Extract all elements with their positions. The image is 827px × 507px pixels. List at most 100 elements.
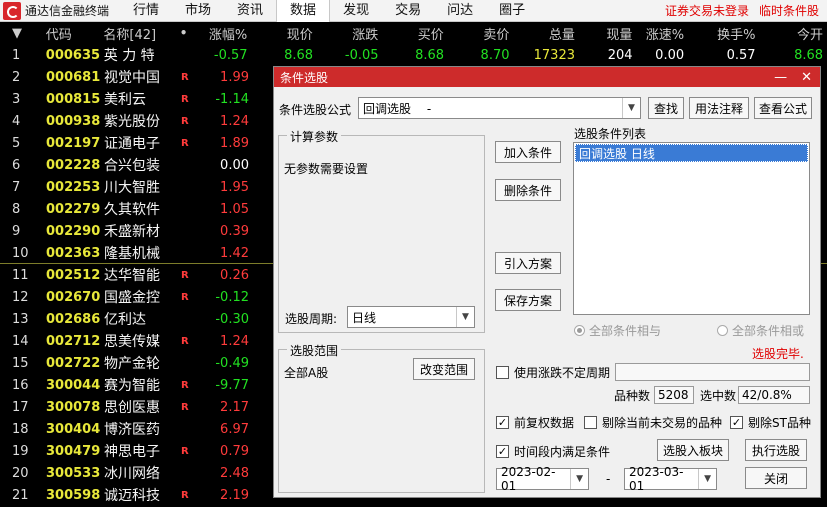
row-index: 20 (12, 465, 29, 481)
menu-circle[interactable]: 圈子 (486, 0, 538, 22)
date-from-picker[interactable]: 2023-02-01 ▼ (496, 465, 589, 493)
app-logo-icon (3, 1, 21, 20)
close-icon[interactable]: ✕ (801, 70, 812, 85)
stock-code: 002228 (46, 157, 101, 173)
sort-icon[interactable]: ▼ (0, 26, 38, 41)
row-index: 3 (12, 91, 21, 107)
condition-list[interactable]: 回调选股 日线 (573, 142, 810, 315)
header-bid[interactable]: 买价 (382, 24, 448, 43)
table-row[interactable]: 1 000635 英 力 特 -0.57 8.68 -0.05 8.68 8.70 17323 2… (0, 44, 827, 66)
dialog-title-bar: 条件选股 — ✕ (274, 67, 820, 87)
chg-pct: 1.24 (220, 113, 249, 129)
minimize-icon[interactable]: — (774, 70, 787, 85)
header-code[interactable]: 代码 (38, 24, 96, 43)
stock-name: 思创医惠 (104, 400, 160, 416)
list-item[interactable]: 回调选股 日线 (575, 144, 808, 162)
header-name[interactable]: 名称[42] (95, 24, 179, 43)
find-button[interactable]: 查找 (648, 97, 684, 119)
stock-code: 000681 (46, 69, 101, 85)
exclude-st-checkbox[interactable]: ✓ 剔除ST品种 (730, 414, 811, 431)
menu-news[interactable]: 资讯 (224, 0, 276, 22)
radio-all-or-label: 全部条件相或 (732, 324, 805, 338)
header-cur-vol[interactable]: 现量 (579, 24, 637, 43)
row-index: 4 (12, 113, 21, 129)
chevron-down-icon[interactable]: ▼ (456, 307, 474, 327)
formula-select[interactable]: 回调选股 - ▼ (358, 97, 641, 119)
stock-name: 赛为智能 (104, 378, 160, 394)
radio-all-or[interactable]: 全部条件相或 (717, 322, 804, 339)
scope-group: 选股范围 全部A股 改变范围 (278, 342, 485, 493)
header-volume[interactable]: 总量 (513, 24, 579, 43)
scope-group-label: 选股范围 (287, 342, 342, 359)
count-value: 5208 (654, 386, 694, 404)
chg-pct: 1.99 (220, 69, 249, 85)
volume: 17323 (533, 47, 575, 63)
stock-name: 紫光股份 (104, 114, 160, 130)
change-scope-button[interactable]: 改变范围 (413, 358, 475, 380)
use-period-checkbox[interactable]: 使用涨跌不定周期 (496, 364, 610, 381)
count-label: 品种数 (614, 389, 651, 403)
temp-condition-link[interactable]: 临时条件股 (759, 2, 819, 19)
view-formula-button[interactable]: 查看公式 (754, 97, 812, 119)
header-ask[interactable]: 卖价 (448, 24, 514, 43)
row-index: 15 (12, 355, 29, 371)
stock-code: 300533 (46, 465, 101, 481)
radio-dot-icon (717, 325, 728, 336)
usage-notes-button[interactable]: 用法注释 (689, 97, 749, 119)
chg-pct: 0.79 (220, 443, 249, 459)
chevron-down-icon[interactable]: ▼ (570, 469, 588, 489)
exclude-untraded-checkbox[interactable]: 剔除当前未交易的品种 (584, 414, 722, 431)
header-chg-pct[interactable]: 涨幅% (194, 24, 252, 43)
menu-market[interactable]: 市场 (172, 0, 224, 22)
close-button[interactable]: 关闭 (745, 467, 807, 489)
import-plan-button[interactable]: 引入方案 (495, 252, 561, 274)
header-open[interactable]: 今开 (760, 24, 827, 43)
stock-code: 000815 (46, 91, 101, 107)
row-index: 2 (12, 69, 21, 85)
date-separator: - (606, 472, 611, 486)
row-index: 11 (12, 267, 29, 283)
stock-name: 英 力 特 (103, 48, 155, 64)
stock-code: 002290 (46, 223, 101, 239)
date-to-value: 2023-03-01 (629, 465, 684, 493)
stock-name: 冰川网络 (104, 466, 160, 482)
stock-code: 002722 (46, 355, 101, 371)
chg-pct: 1.95 (220, 179, 249, 195)
menu-data[interactable]: 数据 (276, 0, 331, 22)
chg-pct: 1.05 (220, 201, 249, 217)
margin-badge: R (181, 137, 189, 149)
menu-trade[interactable]: 交易 (382, 0, 434, 22)
stock-code: 002253 (46, 179, 101, 195)
trade-login-link[interactable]: 证券交易未登录 (665, 2, 749, 19)
params-group-label: 计算参数 (287, 128, 342, 145)
header-price[interactable]: 现价 (251, 24, 317, 43)
save-plan-button[interactable]: 保存方案 (495, 289, 561, 311)
add-condition-button[interactable]: 加入条件 (495, 141, 561, 163)
menu-discover[interactable]: 发现 (330, 0, 382, 22)
row-index: 16 (12, 377, 29, 393)
chevron-down-icon[interactable]: ▼ (622, 98, 640, 118)
radio-all-and[interactable]: 全部条件相与 (574, 322, 661, 339)
period-input[interactable] (615, 363, 810, 381)
chg-pct: 0.00 (220, 157, 249, 173)
exclude-untraded-label: 剔除当前未交易的品种 (602, 416, 723, 430)
scope-value: 全部A股 (284, 366, 329, 380)
menu-quotes[interactable]: 行情 (120, 0, 172, 22)
add-to-block-button[interactable]: 选股入板块 (657, 439, 729, 461)
header-chg[interactable]: 涨跌 (317, 24, 383, 43)
header-speed[interactable]: 涨速% (636, 24, 688, 43)
delete-condition-button[interactable]: 删除条件 (495, 179, 561, 201)
date-to-picker[interactable]: 2023-03-01 ▼ (624, 465, 717, 493)
menu-ask[interactable]: 问达 (434, 0, 486, 22)
header-turnover[interactable]: 换手% (688, 24, 759, 43)
chevron-down-icon[interactable]: ▼ (698, 469, 716, 489)
fq-checkbox[interactable]: ✓ 前复权数据 (496, 414, 574, 431)
run-selection-button[interactable]: 执行选股 (745, 439, 807, 461)
period-select[interactable]: 日线 ▼ (347, 306, 475, 328)
stock-name: 美利云 (104, 92, 146, 108)
dialog-title: 条件选股 (280, 70, 329, 85)
margin-badge: R (181, 401, 189, 413)
bid: 8.68 (415, 47, 445, 63)
period-cond-checkbox[interactable]: ✓ 时间段内满足条件 (496, 443, 610, 460)
row-index: 12 (12, 289, 29, 305)
